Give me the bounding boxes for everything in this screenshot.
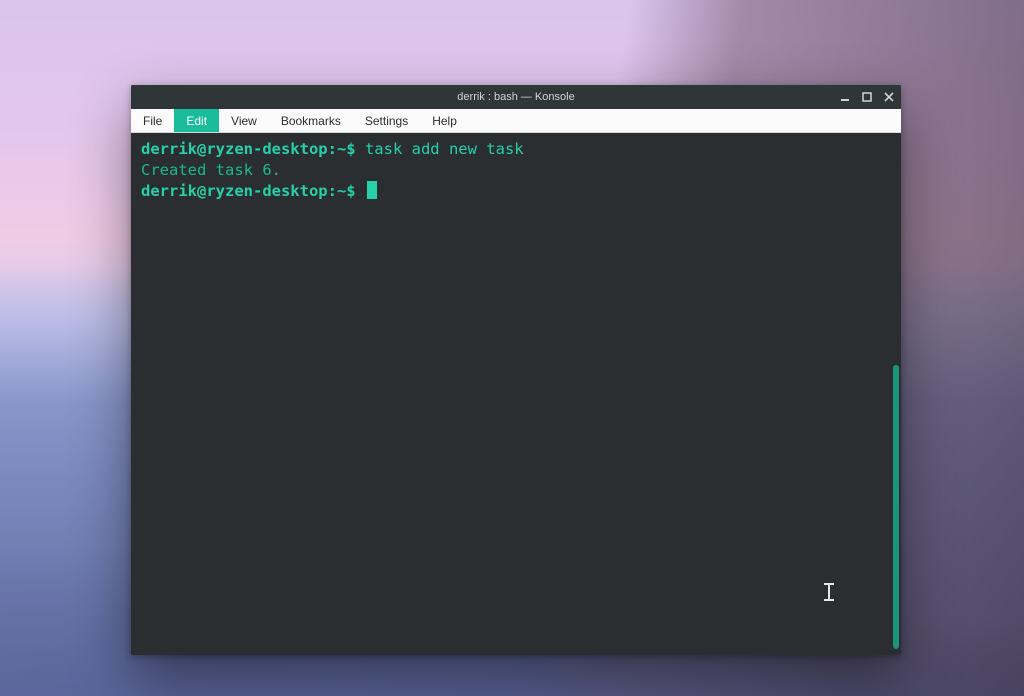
- menu-view[interactable]: View: [219, 109, 269, 132]
- scrollbar-thumb[interactable]: [893, 365, 899, 649]
- menu-help[interactable]: Help: [420, 109, 469, 132]
- close-icon: [884, 92, 894, 102]
- terminal-cursor: [367, 181, 377, 199]
- output-line-1: Created task 6.: [141, 161, 281, 179]
- close-button[interactable]: [883, 91, 895, 103]
- menubar: File Edit View Bookmarks Settings Help: [131, 109, 901, 133]
- menu-edit[interactable]: Edit: [174, 109, 219, 132]
- command-1: task add new task: [365, 140, 524, 158]
- prompt-line-1: derrik@ryzen-desktop:~$: [141, 140, 365, 158]
- maximize-button[interactable]: [861, 91, 873, 103]
- konsole-window: derrik : bash — Konsole File Edit View B…: [131, 85, 901, 655]
- maximize-icon: [862, 92, 872, 102]
- titlebar[interactable]: derrik : bash — Konsole: [131, 85, 901, 109]
- minimize-button[interactable]: [839, 91, 851, 103]
- terminal-scrollbar[interactable]: [893, 133, 899, 649]
- prompt-line-2: derrik@ryzen-desktop:~$: [141, 182, 365, 200]
- window-title: derrik : bash — Konsole: [457, 91, 574, 103]
- terminal-output[interactable]: derrik@ryzen-desktop:~$ task add new tas…: [131, 133, 891, 655]
- menu-file[interactable]: File: [131, 109, 174, 132]
- terminal-area[interactable]: derrik@ryzen-desktop:~$ task add new tas…: [131, 133, 901, 655]
- window-controls: [839, 85, 895, 109]
- menu-bookmarks[interactable]: Bookmarks: [269, 109, 353, 132]
- minimize-icon: [840, 92, 850, 102]
- menu-settings[interactable]: Settings: [353, 109, 420, 132]
